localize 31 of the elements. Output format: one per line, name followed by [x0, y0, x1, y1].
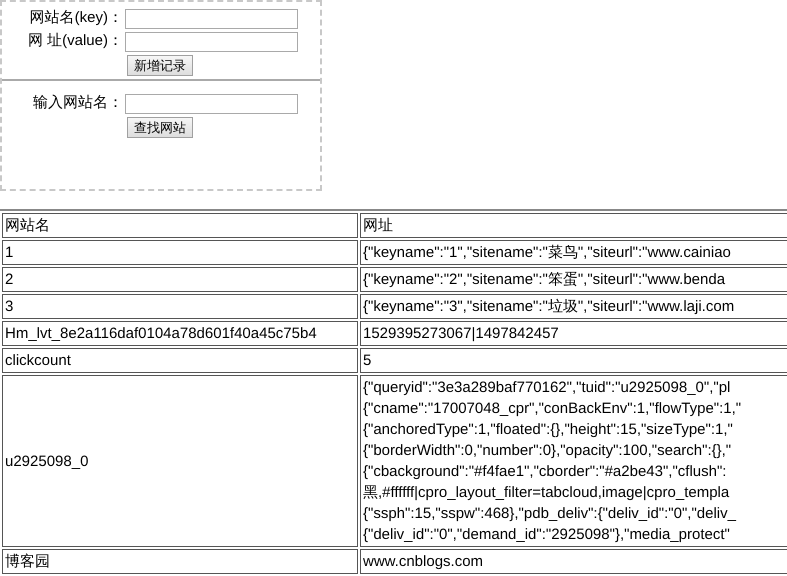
table-cell: 5 — [360, 348, 787, 373]
search-site-button[interactable]: 查找网站 — [127, 117, 193, 138]
cell-text-line: {"ssph":15,"sspw":468},"pdb_deliv":{"deliv_id":"0","deliv_ — [363, 504, 736, 524]
cell-text-line: {"queryid":"3e3a289baf770162","tuid":"u2925098_0","pl — [363, 378, 730, 398]
table-cell: Hm_lvt_8e2a116daf0104a78d601f40a45c75b4 — [2, 321, 358, 346]
field-label: 网站名(key)： — [28, 8, 124, 28]
column-header: 网址 — [360, 213, 787, 238]
input-field[interactable] — [125, 8, 298, 28]
table-cell: 3 — [2, 294, 358, 319]
table-cell: {"keyname":"2","sitename":"笨蛋","siteurl":"www.benda — [360, 267, 787, 292]
cell-text-line: {"cname":"17007048_cpr","conBackEnv":1,"flowType":1," — [363, 399, 742, 419]
cell-text-line: {"deliv_id":"0","demand_id":"2925098"},"media_protect" — [363, 525, 730, 545]
table-cell: u2925098_0 — [2, 375, 358, 547]
cell-text-line: {"anchoredType":1,"floated":{},"height":15,"sizeType":1," — [363, 420, 733, 440]
table-cell: 1529395273067|1497842457 — [360, 321, 787, 346]
table-cell: 博客园 — [2, 549, 358, 574]
field-label: 网 址(value)： — [26, 31, 124, 52]
table-cell: {"keyname":"3","sitename":"垃圾","siteurl":"www.laji.com — [360, 294, 787, 319]
table-cell: {"keyname":"1","sitename":"菜鸟","siteurl":"www.cainiao — [360, 240, 787, 265]
table-cell: clickcount — [2, 348, 358, 373]
input-field[interactable] — [125, 94, 298, 114]
add-record-button[interactable]: 新增记录 — [127, 55, 193, 76]
table-cell: 2 — [2, 267, 358, 292]
table-cell: 1 — [2, 240, 358, 265]
field-label: 输入网站名： — [32, 93, 124, 114]
table-cell: www.cnblogs.com — [360, 549, 787, 574]
cell-text-line: {"cbackground":"#f4fae1","cborder":"#a2be43","cflush": — [363, 462, 726, 482]
input-field[interactable] — [125, 32, 298, 52]
column-header: 网站名 — [2, 213, 358, 238]
cell-text-line: 黑,#ffffff|cpro_layout_filter=tabcloud,image|cpro_templa — [363, 483, 730, 503]
cell-text-line: {"borderWidth":0,"number":0},"opacity":100,"search":{}," — [363, 441, 732, 461]
